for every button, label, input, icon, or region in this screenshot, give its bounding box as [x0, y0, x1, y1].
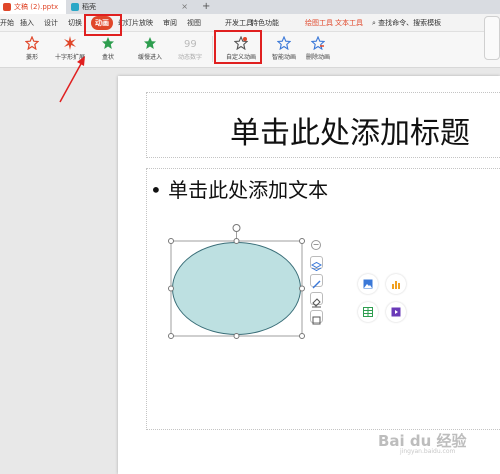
watermark-url: jingyan.baidu.com [400, 448, 456, 455]
layers-icon[interactable] [310, 256, 323, 272]
slide-title[interactable]: 单击此处添加标题 [230, 108, 470, 152]
insert-chart-icon[interactable] [386, 274, 406, 294]
insert-video-icon[interactable] [386, 302, 406, 322]
fill-icon[interactable] [310, 292, 323, 308]
pen-icon[interactable] [310, 274, 323, 289]
collapse-icon[interactable]: − [311, 240, 321, 250]
insert-table-icon[interactable] [358, 302, 378, 322]
slide-body-text[interactable]: • 单击此处添加文本 [150, 174, 328, 203]
crop-icon[interactable] [310, 310, 323, 325]
insert-picture-icon[interactable] [358, 274, 378, 294]
bullet: • [150, 178, 162, 202]
selected-ellipse[interactable] [166, 222, 311, 342]
slide-canvas[interactable]: 单击此处添加标题 • 单击此处添加文本 − [118, 76, 500, 474]
